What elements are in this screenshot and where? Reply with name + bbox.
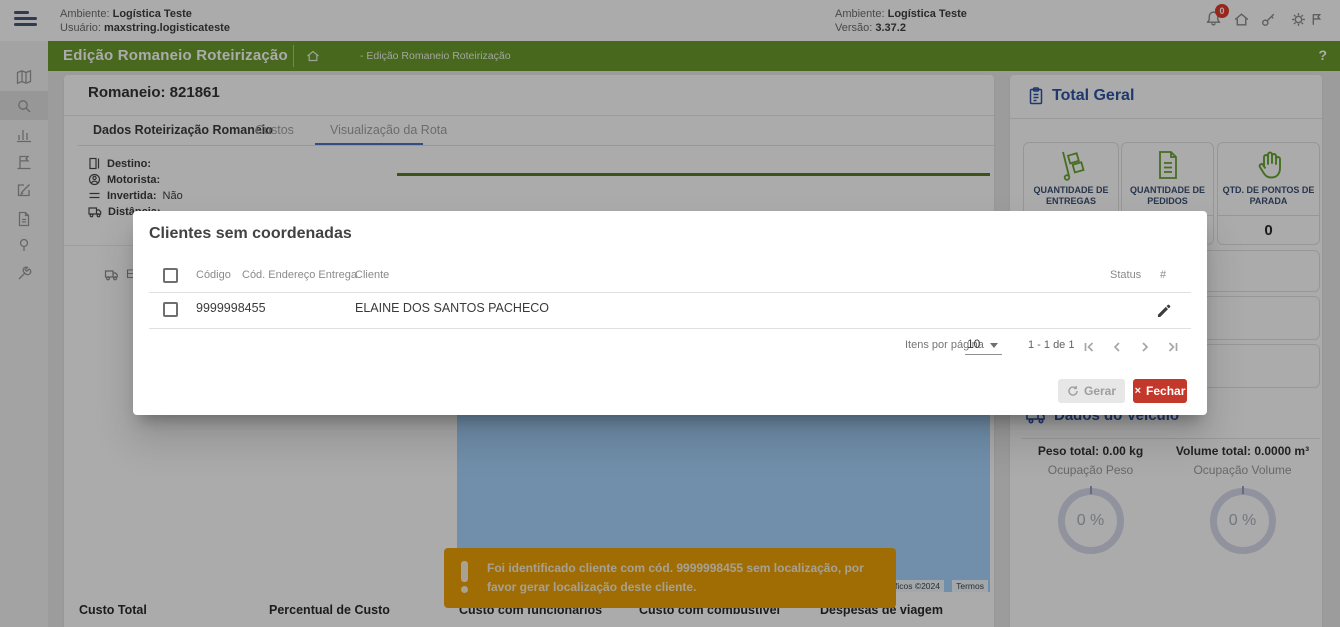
first-page-icon [1084,342,1094,352]
row-checkbox[interactable] [163,302,178,317]
page-size-select[interactable]: 10 [965,337,1003,355]
edit-pencil-icon[interactable] [1157,303,1171,317]
gerar-button[interactable]: Gerar [1058,379,1125,403]
refresh-icon [1068,386,1078,396]
chevron-right-icon [1142,342,1149,352]
pagination-range: 1 - 1 de 1 [1028,339,1075,351]
last-page-button[interactable] [1161,335,1185,359]
last-page-icon [1168,342,1178,352]
column-header-status: Status [1110,269,1142,281]
column-header-cod-endereco: Cód. Endereço Entrega [242,269,357,281]
modal-title: Clientes sem coordenadas [149,225,352,242]
column-header-actions: # [1160,269,1167,281]
chevron-down-icon [990,343,999,348]
column-header-codigo: Código [196,269,231,281]
fechar-button[interactable]: × Fechar [1133,379,1187,403]
cell-cliente: ELAINE DOS SANTOS PACHECO [355,301,550,315]
app-root: Ambiente: Logística Teste Usuário: maxst… [0,0,1340,627]
table-header-divider [149,292,1191,293]
chevron-left-icon [1113,342,1120,352]
close-icon: × [1134,385,1142,397]
column-header-cliente: Cliente [355,269,390,281]
select-all-checkbox[interactable] [163,268,178,283]
first-page-button[interactable] [1077,335,1101,359]
next-page-button[interactable] [1133,335,1157,359]
clientes-sem-coordenadas-modal: Clientes sem coordenadas Código Cód. End… [133,211,1207,415]
cell-codigo: 9999998455 [196,301,266,315]
previous-page-button[interactable] [1105,335,1129,359]
table-row-divider [149,328,1191,329]
